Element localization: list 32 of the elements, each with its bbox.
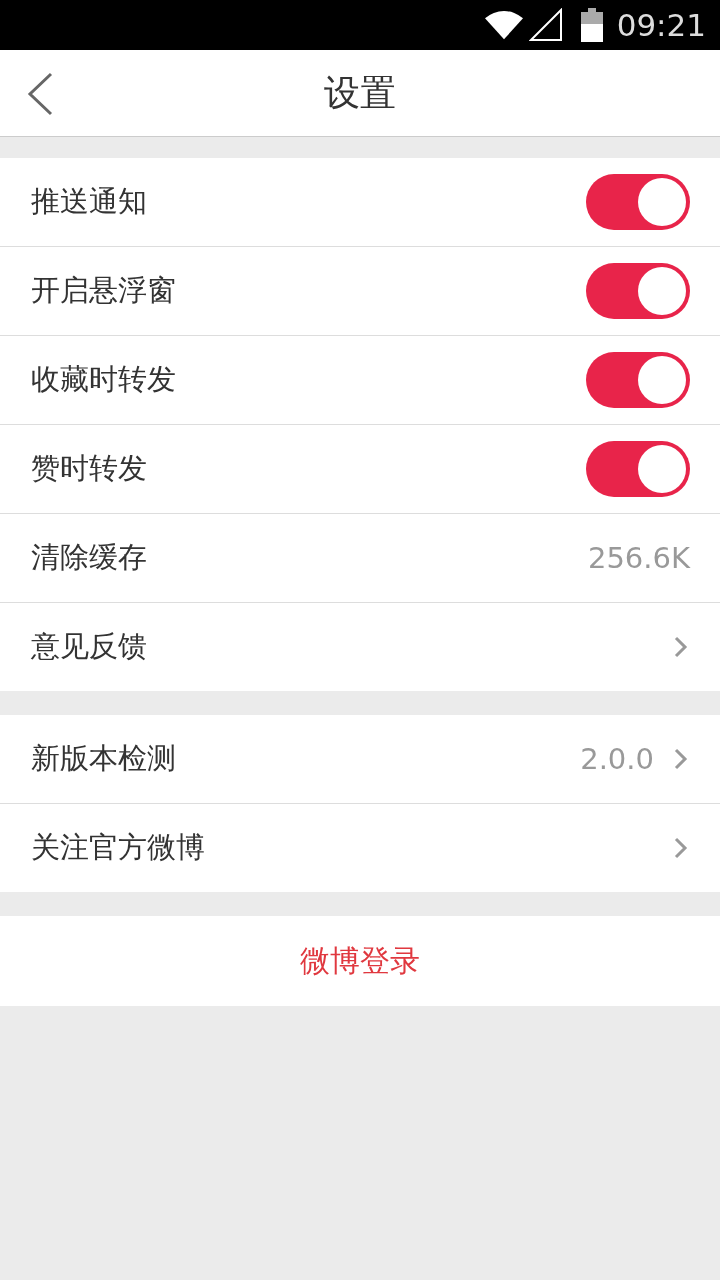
row-value: 2.0.0 (580, 742, 654, 776)
settings-row[interactable]: 新版本检测 2.0.0 (0, 715, 720, 804)
clock-time: 09:21 (616, 7, 706, 43)
battery-icon (580, 8, 603, 42)
row-label: 收藏时转发 (31, 361, 177, 398)
toggle-switch[interactable] (586, 352, 690, 408)
row-label: 意见反馈 (31, 628, 148, 665)
page-title: 设置 (324, 70, 396, 115)
row-label: 新版本检测 (31, 740, 177, 777)
toggle-switch[interactable] (586, 441, 690, 497)
chevron-icon (674, 636, 688, 658)
row-value: 256.6K (587, 541, 690, 575)
row-label: 关注官方微博 (31, 829, 206, 866)
back-icon[interactable] (27, 72, 53, 116)
chevron-icon (674, 837, 688, 859)
row-label: 赞时转发 (31, 450, 148, 487)
signal-icon (528, 8, 563, 42)
settings-row[interactable]: 意见反馈 (0, 603, 720, 691)
settings-row[interactable]: 收藏时转发 (0, 336, 720, 425)
settings-row[interactable]: 开启悬浮窗 (0, 247, 720, 336)
settings-row[interactable]: 赞时转发 (0, 425, 720, 514)
chevron-icon (674, 748, 688, 770)
toggle-switch[interactable] (586, 174, 690, 230)
toggle-switch[interactable] (586, 263, 690, 319)
row-label: 推送通知 (31, 183, 148, 220)
wifi-icon (484, 10, 523, 40)
weibo-login-button[interactable]: 微博登录 (0, 916, 720, 1006)
settings-row[interactable]: 推送通知 (0, 158, 720, 247)
settings-row[interactable]: 关注官方微博 (0, 804, 720, 892)
row-label: 开启悬浮窗 (31, 272, 177, 309)
settings-row[interactable]: 清除缓存 256.6K (0, 514, 720, 603)
row-label: 清除缓存 (31, 539, 148, 576)
